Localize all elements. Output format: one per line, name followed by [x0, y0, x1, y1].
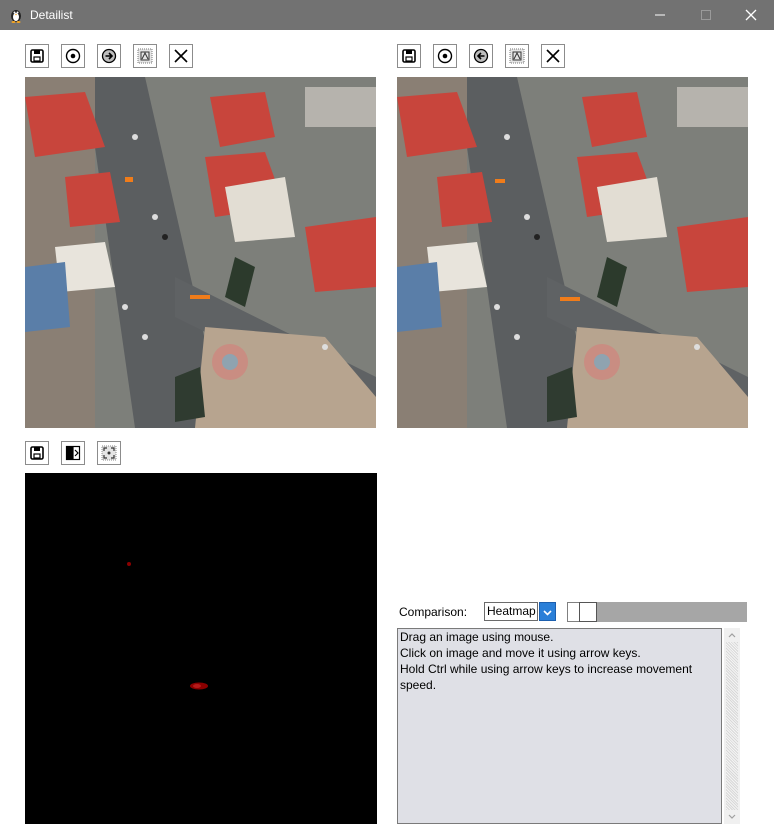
heatmap-save-button[interactable]	[25, 441, 49, 465]
left-auto-align-button[interactable]	[133, 44, 157, 68]
close-icon	[174, 49, 188, 63]
instruction-line: Hold Ctrl while using arrow keys to incr…	[400, 662, 693, 692]
minimize-icon	[655, 14, 665, 16]
left-save-button[interactable]	[25, 44, 49, 68]
left-move-right-button[interactable]	[97, 44, 121, 68]
right-move-left-button[interactable]	[469, 44, 493, 68]
chevron-down-icon	[543, 610, 552, 616]
scrollbar-track[interactable]	[726, 642, 738, 810]
maximize-icon	[701, 10, 711, 20]
minimize-button[interactable]	[637, 0, 683, 30]
right-auto-align-button[interactable]	[505, 44, 529, 68]
center-target-icon	[65, 48, 81, 64]
fit-view-icon	[101, 445, 117, 461]
title-bar: Detailist	[0, 0, 774, 30]
aerial-city-photo-left	[25, 77, 376, 428]
left-image-panel[interactable]	[25, 77, 376, 428]
aerial-city-photo-right	[397, 77, 748, 428]
scroll-up-icon[interactable]	[724, 628, 740, 642]
center-target-icon	[437, 48, 453, 64]
right-save-button[interactable]	[397, 44, 421, 68]
save-icon	[30, 446, 44, 460]
heatmap-difference-image	[25, 473, 377, 824]
swap-images-icon	[65, 445, 81, 461]
heatmap-panel[interactable]	[25, 473, 377, 824]
swap-images-button[interactable]	[61, 441, 85, 465]
arrow-right-circle-icon	[101, 48, 117, 64]
scroll-down-icon[interactable]	[724, 810, 740, 824]
window-title: Detailist	[30, 8, 73, 22]
maximize-button[interactable]	[683, 0, 729, 30]
comparison-mode-value: Heatmap	[484, 602, 538, 621]
instruction-line: Click on image and move it using arrow k…	[400, 646, 641, 660]
left-close-image-button[interactable]	[169, 44, 193, 68]
blend-slider[interactable]	[567, 602, 747, 622]
right-close-image-button[interactable]	[541, 44, 565, 68]
arrow-left-circle-icon	[473, 48, 489, 64]
instructions-textarea[interactable]: Drag an image using mouse. Click on imag…	[397, 628, 722, 824]
instruction-line: Drag an image using mouse.	[400, 630, 554, 644]
left-center-button[interactable]	[61, 44, 85, 68]
comparison-label: Comparison:	[399, 605, 468, 619]
instructions-scrollbar[interactable]	[724, 628, 740, 824]
close-icon	[546, 49, 560, 63]
save-icon	[402, 49, 416, 63]
penguin-app-icon	[11, 10, 21, 23]
slider-thumb[interactable]	[579, 602, 597, 622]
save-icon	[30, 49, 44, 63]
right-center-button[interactable]	[433, 44, 457, 68]
close-icon	[745, 9, 757, 21]
fit-view-button[interactable]	[97, 441, 121, 465]
close-window-button[interactable]	[728, 0, 774, 30]
dropdown-arrow-button[interactable]	[539, 602, 556, 621]
right-image-panel[interactable]	[397, 77, 748, 428]
auto-align-icon	[137, 48, 153, 64]
auto-align-icon	[509, 48, 525, 64]
comparison-mode-select[interactable]: Heatmap	[484, 602, 556, 621]
